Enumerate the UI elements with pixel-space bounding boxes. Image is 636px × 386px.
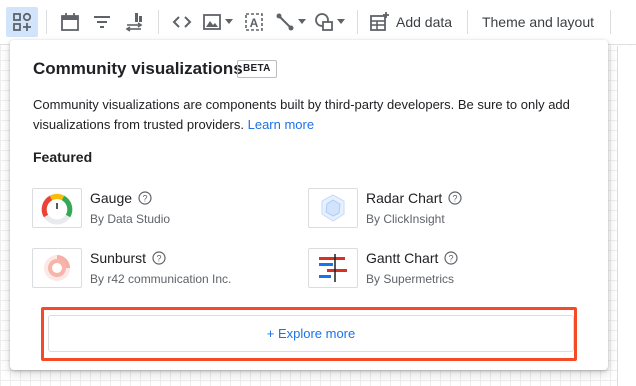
filter-control-button[interactable]: [88, 7, 116, 37]
line-icon: [274, 11, 296, 33]
data-control-button[interactable]: [120, 7, 148, 37]
viz-author: By ClickInsight: [366, 212, 445, 226]
toolbar-divider: [357, 10, 358, 34]
viz-author: By Supermetrics: [366, 272, 455, 286]
viz-name: Sunburst ?: [90, 250, 166, 266]
viz-name: Gauge ?: [90, 190, 152, 206]
image-button[interactable]: [199, 7, 235, 37]
panel-title: Community visualizations: [33, 59, 243, 78]
help-icon[interactable]: ?: [444, 251, 458, 265]
shape-icon: [313, 11, 335, 33]
add-chart-button[interactable]: [6, 7, 38, 37]
panel-description: Community visualizations are components …: [33, 95, 593, 135]
image-icon: [201, 11, 223, 33]
chevron-down-icon: [225, 19, 233, 25]
toolbar-divider: [46, 10, 47, 34]
featured-heading: Featured: [33, 149, 93, 165]
gantt-chart-thumbnail: [308, 248, 358, 288]
text-button[interactable]: A: [240, 7, 268, 37]
viz-author: By Data Studio: [90, 212, 171, 226]
chevron-down-icon: [337, 19, 345, 25]
add-chart-icon: [11, 11, 33, 33]
filter-icon: [91, 11, 113, 33]
community-visualizations-panel: Community visualizations BETA Community …: [10, 40, 608, 370]
viz-name-text: Sunburst: [90, 250, 147, 266]
help-icon[interactable]: ?: [152, 251, 166, 265]
date-range-button[interactable]: [56, 7, 84, 37]
help-icon[interactable]: ?: [138, 191, 152, 205]
svg-text:?: ?: [157, 254, 162, 264]
text-icon: A: [243, 11, 265, 33]
toolbar: A Add data Theme and layout: [0, 0, 636, 45]
help-icon[interactable]: ?: [448, 191, 462, 205]
viz-item-gantt-chart[interactable]: Gantt Chart ? By Supermetrics: [308, 248, 578, 292]
gauge-thumbnail: [32, 188, 82, 228]
url-embed-button[interactable]: [168, 7, 196, 37]
viz-name-text: Gauge: [90, 190, 133, 206]
add-data-button[interactable]: Add data: [368, 7, 456, 37]
add-data-icon: [368, 11, 390, 33]
viz-name-text: Gantt Chart: [366, 250, 439, 266]
toolbar-divider: [610, 10, 611, 34]
canvas-right-margin: [617, 46, 636, 386]
viz-item-gauge[interactable]: Gauge ? By Data Studio: [32, 188, 302, 232]
calendar-icon: [59, 11, 81, 33]
toolbar-divider: [158, 10, 159, 34]
data-control-icon: [123, 11, 145, 33]
viz-name-text: Radar Chart: [366, 190, 443, 206]
svg-text:?: ?: [143, 194, 148, 204]
sunburst-thumbnail: [32, 248, 82, 288]
line-button[interactable]: [272, 7, 308, 37]
toolbar-divider: [467, 10, 468, 34]
add-data-label: Add data: [396, 14, 453, 30]
viz-name: Radar Chart ?: [366, 190, 462, 206]
beta-badge: BETA: [237, 60, 277, 78]
learn-more-link[interactable]: Learn more: [248, 117, 314, 132]
radar-chart-thumbnail: [308, 188, 358, 228]
viz-item-radar-chart[interactable]: Radar Chart ? By ClickInsight: [308, 188, 578, 232]
code-icon: [171, 11, 193, 33]
viz-name: Gantt Chart ?: [366, 250, 458, 266]
svg-text:?: ?: [453, 194, 458, 204]
svg-text:?: ?: [449, 254, 454, 264]
svg-text:A: A: [250, 16, 259, 30]
viz-author: By r42 communication Inc.: [90, 272, 232, 286]
chevron-down-icon: [298, 19, 306, 25]
theme-and-layout-button[interactable]: Theme and layout: [476, 7, 600, 37]
explore-more-button[interactable]: + Explore more: [48, 315, 574, 352]
viz-item-sunburst[interactable]: Sunburst ? By r42 communication Inc.: [32, 248, 302, 292]
shape-button[interactable]: [311, 7, 347, 37]
theme-and-layout-label: Theme and layout: [481, 14, 595, 30]
